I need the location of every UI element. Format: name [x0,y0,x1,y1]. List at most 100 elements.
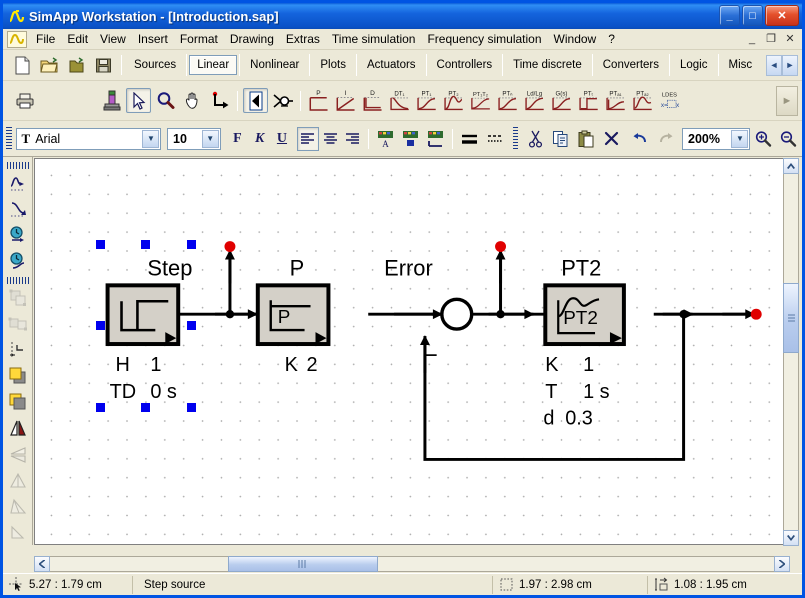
rotate-left-button[interactable] [5,467,31,492]
font-size-dropdown-arrow[interactable]: ▼ [202,130,219,148]
menu-time-simulation[interactable]: Time simulation [326,30,422,48]
horizontal-scrollbar[interactable] [34,556,790,572]
library-tab-controllers[interactable]: Controllers [429,55,501,75]
selection-handle-nw[interactable] [96,240,105,249]
menu-edit[interactable]: Edit [61,30,94,48]
library-tab-converters[interactable]: Converters [595,55,667,75]
minimize-button[interactable]: _ [719,5,740,26]
block-d-button[interactable]: D [360,88,385,113]
block-ptt-button[interactable]: PTₜ [576,88,601,113]
block-diagram[interactable]: Step H 1 TD 0 s P P [35,159,789,544]
bold-button[interactable]: F [226,127,248,151]
flip-horizontal-button[interactable] [5,416,31,441]
block-pt1t2-button[interactable]: PT₁T₂ [468,88,493,113]
library-tab-plots[interactable]: Plots [312,55,354,75]
horizontal-scroll-thumb[interactable] [228,556,378,572]
undo-button[interactable] [629,126,652,151]
font-family-dropdown-arrow[interactable]: ▼ [142,130,159,148]
selection-handle-s[interactable] [141,403,150,412]
block-pt1-button[interactable]: PT₁ [414,88,439,113]
block-pta2-button[interactable]: PTₐ₂ [630,88,655,113]
selection-handle-w[interactable] [96,321,105,330]
scroll-left-button[interactable] [34,556,50,572]
library-tab-linear[interactable]: Linear [189,55,237,75]
menu-window[interactable]: Window [548,30,603,48]
selection-handle-n[interactable] [141,240,150,249]
menu-help[interactable]: ? [602,30,621,48]
print-button[interactable] [12,88,37,113]
selection-handle-se[interactable] [187,403,196,412]
menu-view[interactable]: View [94,30,132,48]
library-next-button[interactable]: ► [782,55,798,76]
underline-button[interactable]: U [271,127,293,151]
zoom-magnifier-button[interactable] [153,88,178,113]
selection-handle-e[interactable] [187,321,196,330]
block-ldes-button[interactable]: LDES x= x [657,88,682,113]
redo-button[interactable] [654,126,677,151]
left-toolbar-grip-2[interactable] [7,277,29,284]
maximize-button[interactable]: □ [742,5,763,26]
frequency-response-button[interactable] [5,197,31,222]
mirror-button[interactable] [5,519,31,544]
left-toolbar-grip[interactable] [7,162,29,169]
library-prev-button[interactable]: ◄ [766,55,782,76]
copy-button[interactable] [550,126,573,151]
open-folder-button[interactable] [37,53,62,78]
align-center-button[interactable] [319,127,341,151]
menu-insert[interactable]: Insert [132,30,174,48]
time-response-button[interactable] [5,171,31,196]
zoom-in-button[interactable] [751,126,774,151]
block-i-button[interactable]: I [333,88,358,113]
scroll-up-button[interactable] [783,158,799,174]
output-node-button[interactable] [270,88,295,113]
close-button[interactable]: ✕ [765,5,799,26]
delete-button[interactable] [600,126,623,151]
italic-button[interactable]: K [249,127,271,151]
library-tab-time-discrete[interactable]: Time discrete [505,55,590,75]
new-document-button[interactable] [10,53,35,78]
select-arrow-button[interactable] [126,88,151,113]
menu-drawing[interactable]: Drawing [224,30,280,48]
block-dt1-button[interactable]: DT₁ [387,88,412,113]
scroll-down-button[interactable] [783,530,799,546]
align-grid-button[interactable] [5,338,31,363]
save-disk-button[interactable] [91,53,116,78]
block-ldlg-button[interactable]: Ld/Lg [522,88,547,113]
zoom-combo[interactable]: 200% ▼ [682,128,750,150]
block-gs-button[interactable]: G(s) [549,88,574,113]
zoom-out-button[interactable] [777,126,800,151]
text-color-button[interactable]: A [374,126,397,151]
connect-line-button[interactable] [207,88,232,113]
toolbar-grip[interactable] [6,127,12,151]
line-style-button[interactable] [484,126,507,151]
ungroup-button[interactable] [5,312,31,337]
group-button[interactable] [5,286,31,311]
font-family-combo[interactable]: T Arial ▼ [16,128,162,150]
block-pt2-button[interactable]: PT₂ [441,88,466,113]
toolbar-grip-2[interactable] [513,127,519,151]
block-ptn-button[interactable]: PTₙ [495,88,520,113]
library-tab-sources[interactable]: Sources [126,55,184,75]
library-tab-logic[interactable]: Logic [672,55,716,75]
block-p-button[interactable]: P [306,88,331,113]
close-folder-button[interactable] [64,53,89,78]
block-pta1-button[interactable]: PTₐ₁ [603,88,628,113]
simulate-button[interactable] [99,88,124,113]
bring-to-front-button[interactable] [5,364,31,389]
fill-color-button[interactable] [399,126,422,151]
menu-extras[interactable]: Extras [280,30,326,48]
palette-overflow-button[interactable]: ► [776,86,798,116]
input-port-button[interactable] [243,88,268,113]
library-tab-nonlinear[interactable]: Nonlinear [242,55,307,75]
mdi-minimize-button[interactable]: _ [744,31,760,46]
rotate-right-button[interactable] [5,493,31,518]
mdi-restore-button[interactable]: ❐ [763,31,779,46]
mdi-close-button[interactable]: ✕ [782,31,798,46]
paste-button[interactable] [575,126,598,151]
align-left-button[interactable] [297,127,319,151]
font-size-combo[interactable]: 10 ▼ [167,128,221,150]
menu-format[interactable]: Format [174,30,224,48]
pan-hand-button[interactable] [180,88,205,113]
vertical-scrollbar[interactable] [783,158,799,546]
align-right-button[interactable] [341,127,363,151]
